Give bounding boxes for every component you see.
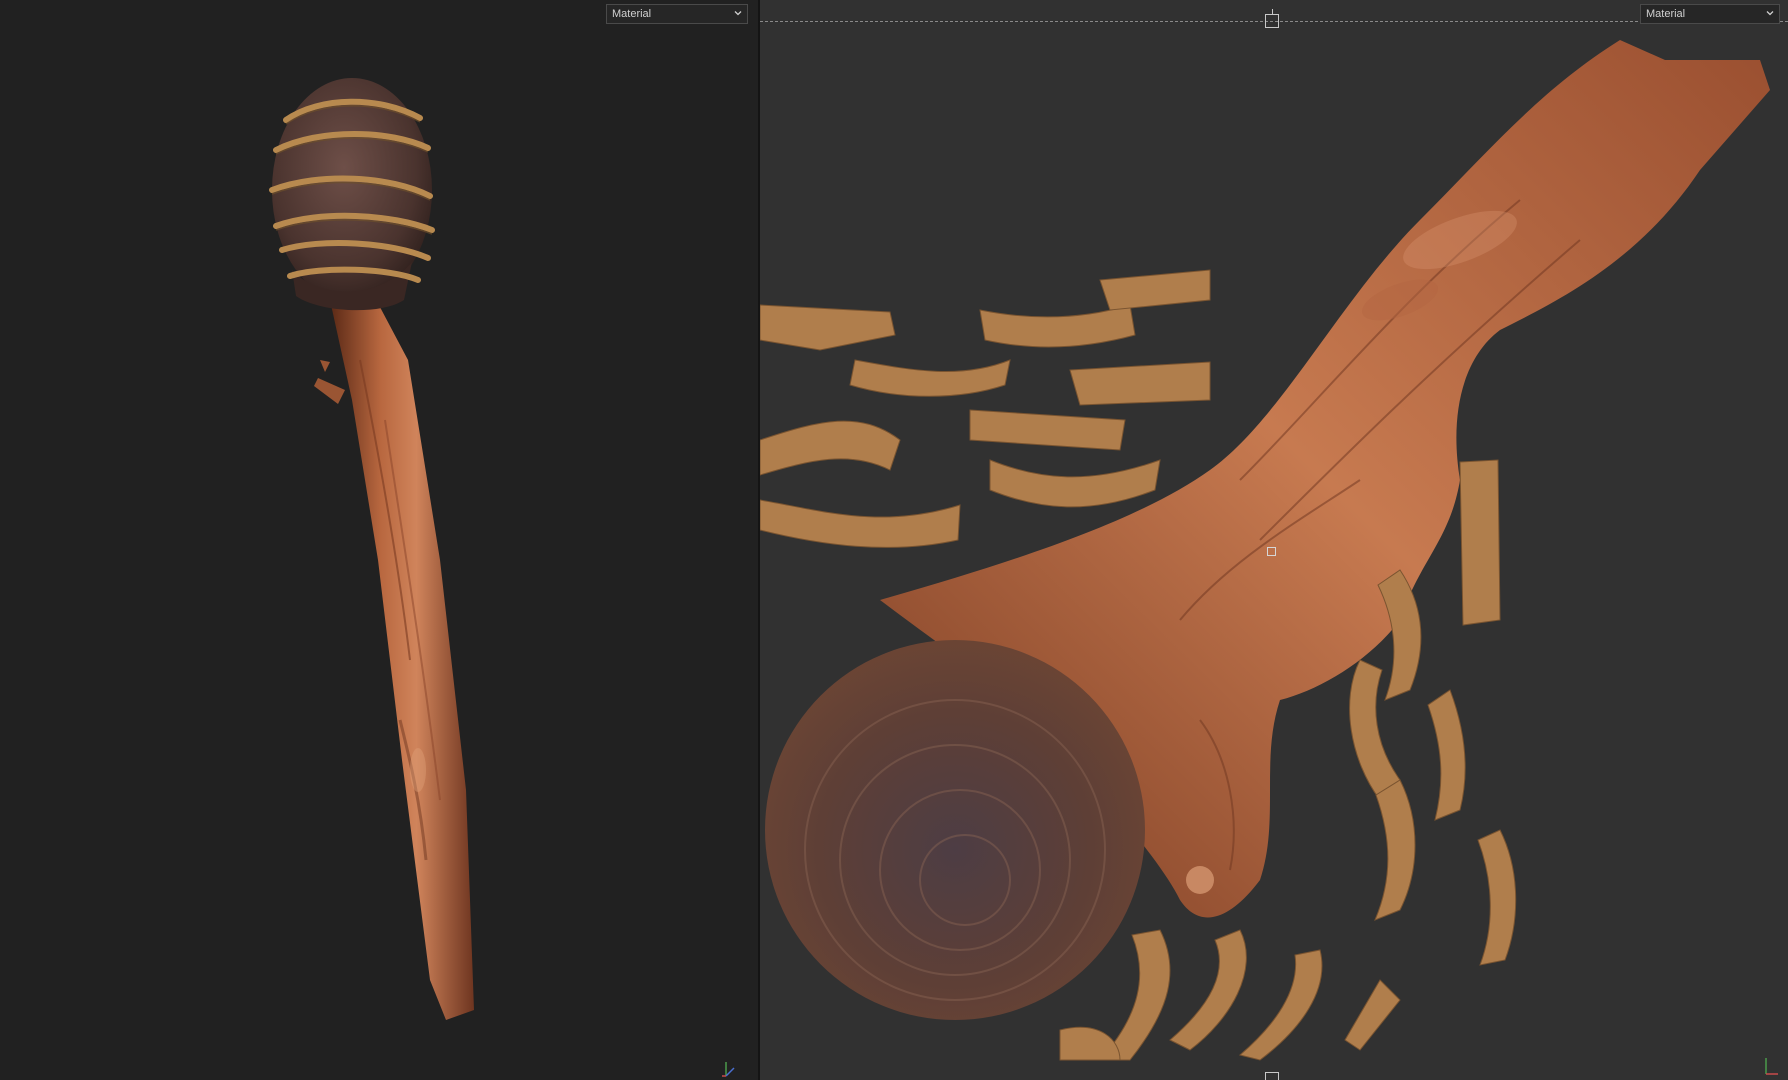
uv-tile-handle-bottom[interactable]: [1265, 1072, 1279, 1080]
club-3d-model: [269, 78, 474, 1020]
chevron-down-icon: [1766, 11, 1774, 16]
chevron-down-icon: [734, 11, 742, 16]
display-mode-dropdown-3d[interactable]: Material: [606, 4, 748, 24]
display-mode-label: Material: [612, 8, 652, 20]
axis-gizmo-icon: [722, 1062, 735, 1077]
uv-pivot-handle[interactable]: [1267, 547, 1276, 556]
uv-tile-handle-top[interactable]: [1265, 9, 1279, 28]
uv-texture-layout: [760, 40, 1770, 1061]
3d-viewport[interactable]: Material: [0, 0, 758, 1080]
display-mode-label: Material: [1646, 8, 1686, 20]
axis-gizmo-icon: [1765, 1058, 1778, 1075]
uv-viewport[interactable]: Material: [760, 0, 1788, 1080]
display-mode-dropdown-2d[interactable]: Material: [1640, 4, 1780, 24]
